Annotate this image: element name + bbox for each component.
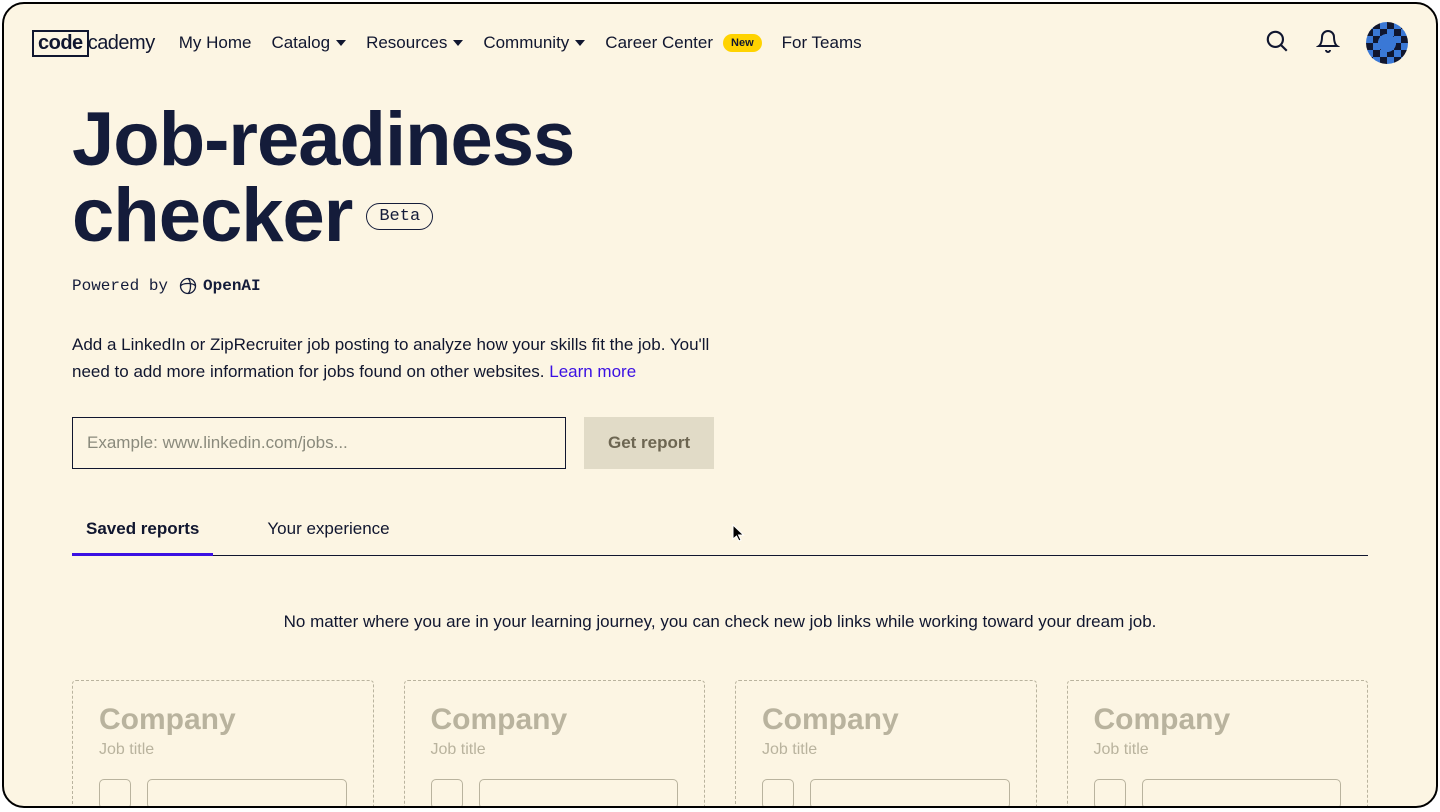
nav-links: My Home Catalog Resources Community Care…	[179, 33, 862, 53]
placeholder-bar	[1142, 779, 1342, 808]
tab-your-experience[interactable]: Your experience	[253, 509, 403, 555]
new-badge: New	[723, 34, 762, 52]
nav-catalog[interactable]: Catalog	[271, 33, 346, 53]
card-subtitle: Job title	[431, 741, 679, 759]
nav-community[interactable]: Community	[483, 33, 585, 53]
main-content: Job-readiness checker Beta Powered by Op…	[4, 64, 1436, 808]
nav-label: For Teams	[782, 33, 862, 53]
chevron-down-icon	[336, 40, 346, 46]
tabs: Saved reports Your experience	[72, 509, 1368, 556]
card-subtitle: Job title	[1094, 741, 1342, 759]
logo-box: code	[32, 30, 89, 57]
placeholder-bar	[147, 779, 347, 808]
job-url-input[interactable]	[72, 417, 566, 469]
nav-label: Career Center	[605, 33, 713, 53]
card-subtitle: Job title	[762, 741, 1010, 759]
openai-text: OpenAI	[203, 277, 261, 295]
beta-badge: Beta	[366, 203, 433, 230]
bell-icon[interactable]	[1316, 29, 1340, 58]
nav-resources[interactable]: Resources	[366, 33, 463, 53]
top-nav: codecademy My Home Catalog Resources Com…	[4, 4, 1436, 64]
placeholder-square	[431, 779, 463, 808]
get-report-button[interactable]: Get report	[584, 417, 714, 469]
nav-my-home[interactable]: My Home	[179, 33, 252, 53]
nav-for-teams[interactable]: For Teams	[782, 33, 862, 53]
page-title-line2: checker	[72, 180, 352, 252]
card-company: Company	[99, 703, 347, 737]
card-company: Company	[431, 703, 679, 737]
logo-rest: cademy	[88, 32, 155, 55]
placeholder-card: Company Job title	[72, 680, 374, 808]
placeholder-card: Company Job title	[735, 680, 1037, 808]
placeholder-cards: Company Job title Company Job title Comp…	[72, 680, 1368, 808]
journey-text: No matter where you are in your learning…	[72, 612, 1368, 632]
description: Add a LinkedIn or ZipRecruiter job posti…	[72, 332, 712, 385]
powered-prefix: Powered by	[72, 277, 168, 295]
chevron-down-icon	[453, 40, 463, 46]
nav-career-center[interactable]: Career Center New	[605, 33, 761, 53]
page-title-line1: Job-readiness	[72, 97, 574, 182]
placeholder-card: Company Job title	[404, 680, 706, 808]
nav-label: Resources	[366, 33, 447, 53]
card-company: Company	[1094, 703, 1342, 737]
placeholder-bar	[479, 779, 679, 808]
card-subtitle: Job title	[99, 741, 347, 759]
nav-label: Catalog	[271, 33, 330, 53]
nav-label: My Home	[179, 33, 252, 53]
logo[interactable]: codecademy	[32, 30, 155, 57]
placeholder-square	[1094, 779, 1126, 808]
search-icon[interactable]	[1264, 28, 1290, 59]
chevron-down-icon	[575, 40, 585, 46]
tab-saved-reports[interactable]: Saved reports	[72, 509, 213, 556]
placeholder-bar	[810, 779, 1010, 808]
placeholder-card: Company Job title	[1067, 680, 1369, 808]
placeholder-square	[762, 779, 794, 808]
avatar[interactable]	[1366, 22, 1408, 64]
placeholder-square	[99, 779, 131, 808]
card-company: Company	[762, 703, 1010, 737]
learn-more-link[interactable]: Learn more	[549, 362, 636, 381]
openai-logo: OpenAI	[178, 276, 261, 296]
input-row: Get report	[72, 417, 1368, 469]
nav-right	[1264, 22, 1408, 64]
powered-by: Powered by OpenAI	[72, 276, 1368, 296]
nav-label: Community	[483, 33, 569, 53]
